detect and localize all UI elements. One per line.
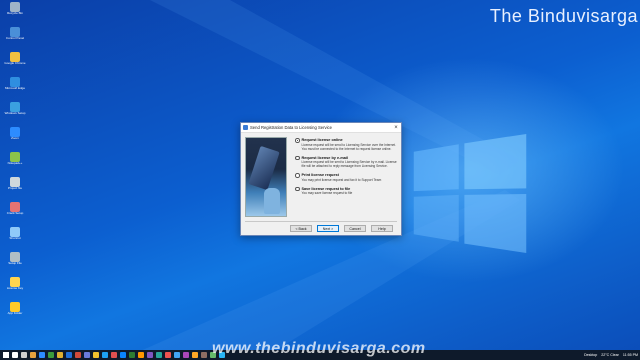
taskbar-apps	[0, 352, 225, 358]
start-icon[interactable]	[3, 352, 9, 358]
desktop-icon-column: Recycle Bin Control Panel Google Chrome Mic…	[2, 0, 28, 325]
taskbar-app-icon[interactable]	[192, 352, 198, 358]
taskbar-app-icon[interactable]	[165, 352, 171, 358]
taskbar-app-icon[interactable]	[102, 352, 108, 358]
taskbar-app-icon[interactable]	[57, 352, 63, 358]
option-description: You may print license request and fax it…	[301, 177, 382, 182]
desktop-icon-label: Project file	[7, 187, 22, 190]
option-title: Request license online	[301, 138, 343, 143]
desktop-icon-glyph	[10, 27, 20, 37]
desktop-icon-label: Setup File	[8, 262, 22, 265]
option-save-to-file[interactable]: Save license request to file You may sav…	[295, 186, 399, 195]
desktop-icon[interactable]: License Key	[2, 275, 28, 299]
taskbar-app-icon[interactable]	[138, 352, 144, 358]
dialog-button-row: < Back Next > Cancel Help	[290, 225, 393, 232]
desktop-icon[interactable]: Project file	[2, 175, 28, 199]
desktop-icon[interactable]: Notepad++	[2, 150, 28, 174]
desktop-toolbar-label[interactable]: Desktop	[584, 353, 597, 357]
desktop-icon-glyph	[10, 302, 20, 312]
desktop-icon[interactable]: Google Chrome	[2, 50, 28, 74]
cancel-button[interactable]: Cancel	[344, 225, 366, 232]
desktop-icon-label: Google Chrome	[4, 62, 26, 65]
watermark-url: www.thebinduvisarga.com	[212, 340, 426, 357]
close-icon[interactable]: ×	[391, 123, 401, 133]
desktop-icon-label: App Folder	[7, 312, 23, 315]
desktop-icon[interactable]: Microsoft Edge	[2, 75, 28, 99]
desktop-icon-glyph	[10, 52, 20, 62]
desktop-icon[interactable]: Setup File	[2, 250, 28, 274]
wizard-side-image	[245, 137, 287, 217]
desktop-icon-glyph	[10, 277, 20, 287]
desktop-icon-glyph	[10, 227, 20, 237]
taskbar-app-icon[interactable]	[174, 352, 180, 358]
desktop-icon[interactable]: App Folder	[2, 300, 28, 324]
help-button[interactable]: Help	[371, 225, 393, 232]
desktop-icon-label: Microsoft Edge	[4, 87, 25, 90]
option-title: Print license request	[301, 173, 339, 178]
taskbar-app-icon[interactable]	[93, 352, 99, 358]
option-description: License request will be send to Licensin…	[301, 142, 396, 151]
desktop-icon-glyph	[10, 77, 20, 87]
taskbar-app-icon[interactable]	[111, 352, 117, 358]
system-tray: Desktop 22°C Clear 11:55 PM	[584, 350, 638, 360]
license-options-group: Request license online License request w…	[295, 138, 399, 200]
desktop-icon-label: Zoom	[11, 137, 19, 140]
desktop-icon-label: License Key	[6, 287, 24, 290]
desktop-icon-label: Windows Setup	[4, 112, 26, 115]
desktop-icon-label: Crack Setup	[6, 212, 24, 215]
desktop-icon[interactable]: Zoom	[2, 125, 28, 149]
radio-save-to-file[interactable]	[295, 186, 300, 191]
desktop-icon-glyph	[10, 2, 20, 12]
dialog-title: Send Registration Data to Licensing Serv…	[250, 125, 332, 130]
taskbar-app-icon[interactable]	[75, 352, 81, 358]
watermark-title: The Binduvisarga	[489, 6, 638, 26]
taskbar-app-icon[interactable]	[147, 352, 153, 358]
desktop-icon-label: Control Panel	[5, 37, 25, 40]
taskbar-app-icon[interactable]	[183, 352, 189, 358]
taskbar-app-icon[interactable]	[39, 352, 45, 358]
dialog-titlebar[interactable]: Send Registration Data to Licensing Serv…	[241, 123, 401, 133]
taskbar-app-icon[interactable]	[201, 352, 207, 358]
desktop-icon-glyph	[10, 177, 20, 187]
radio-request-online[interactable]	[295, 138, 300, 143]
desktop-icon[interactable]: Windows Setup	[2, 100, 28, 124]
desktop-icon[interactable]: Crack Setup	[2, 200, 28, 224]
desktop-icon-glyph	[10, 252, 20, 262]
desktop-icon-glyph	[10, 202, 20, 212]
desktop-icon-label: Notepad++	[7, 162, 23, 165]
option-description: License request will be sent to Licensin…	[301, 160, 397, 168]
desktop-icon-glyph	[10, 127, 20, 137]
back-button[interactable]: < Back	[290, 225, 312, 232]
clock[interactable]: 11:55 PM	[623, 353, 638, 357]
license-registration-dialog: Send Registration Data to Licensing Serv…	[240, 122, 402, 236]
taskbar-app-icon[interactable]	[120, 352, 126, 358]
taskbar-app-icon[interactable]	[12, 352, 18, 358]
radio-request-email[interactable]	[295, 155, 300, 160]
desktop-icon[interactable]: Shortcut	[2, 225, 28, 249]
desktop-icon-glyph	[10, 152, 20, 162]
option-print-request[interactable]: Print license request You may print lice…	[295, 173, 399, 182]
taskbar-app-icon[interactable]	[156, 352, 162, 358]
desktop-icon[interactable]: Recycle Bin	[2, 0, 28, 24]
desktop-icon-label: Recycle Bin	[7, 12, 23, 15]
taskbar-app-icon[interactable]	[21, 352, 27, 358]
taskbar-app-icon[interactable]	[66, 352, 72, 358]
taskbar-app-icon[interactable]	[129, 352, 135, 358]
taskbar-app-icon[interactable]	[84, 352, 90, 358]
next-button[interactable]: Next >	[317, 225, 339, 232]
desktop-icon-glyph	[10, 102, 20, 112]
option-request-online[interactable]: Request license online License request w…	[295, 138, 399, 151]
app-icon	[243, 125, 248, 130]
option-description: You may save license request to file	[301, 191, 353, 195]
dialog-divider	[245, 221, 397, 222]
desktop-icon[interactable]: Control Panel	[2, 25, 28, 49]
radio-print-request[interactable]	[295, 173, 300, 178]
side-image-shape	[248, 145, 280, 191]
side-image-figure	[264, 188, 280, 214]
option-request-email[interactable]: Request license by e-mail License reques…	[295, 155, 399, 168]
desktop-icon-label: Shortcut	[9, 237, 21, 240]
taskbar-app-icon[interactable]	[48, 352, 54, 358]
weather-widget[interactable]: 22°C Clear	[601, 353, 619, 357]
taskbar-app-icon[interactable]	[30, 352, 36, 358]
